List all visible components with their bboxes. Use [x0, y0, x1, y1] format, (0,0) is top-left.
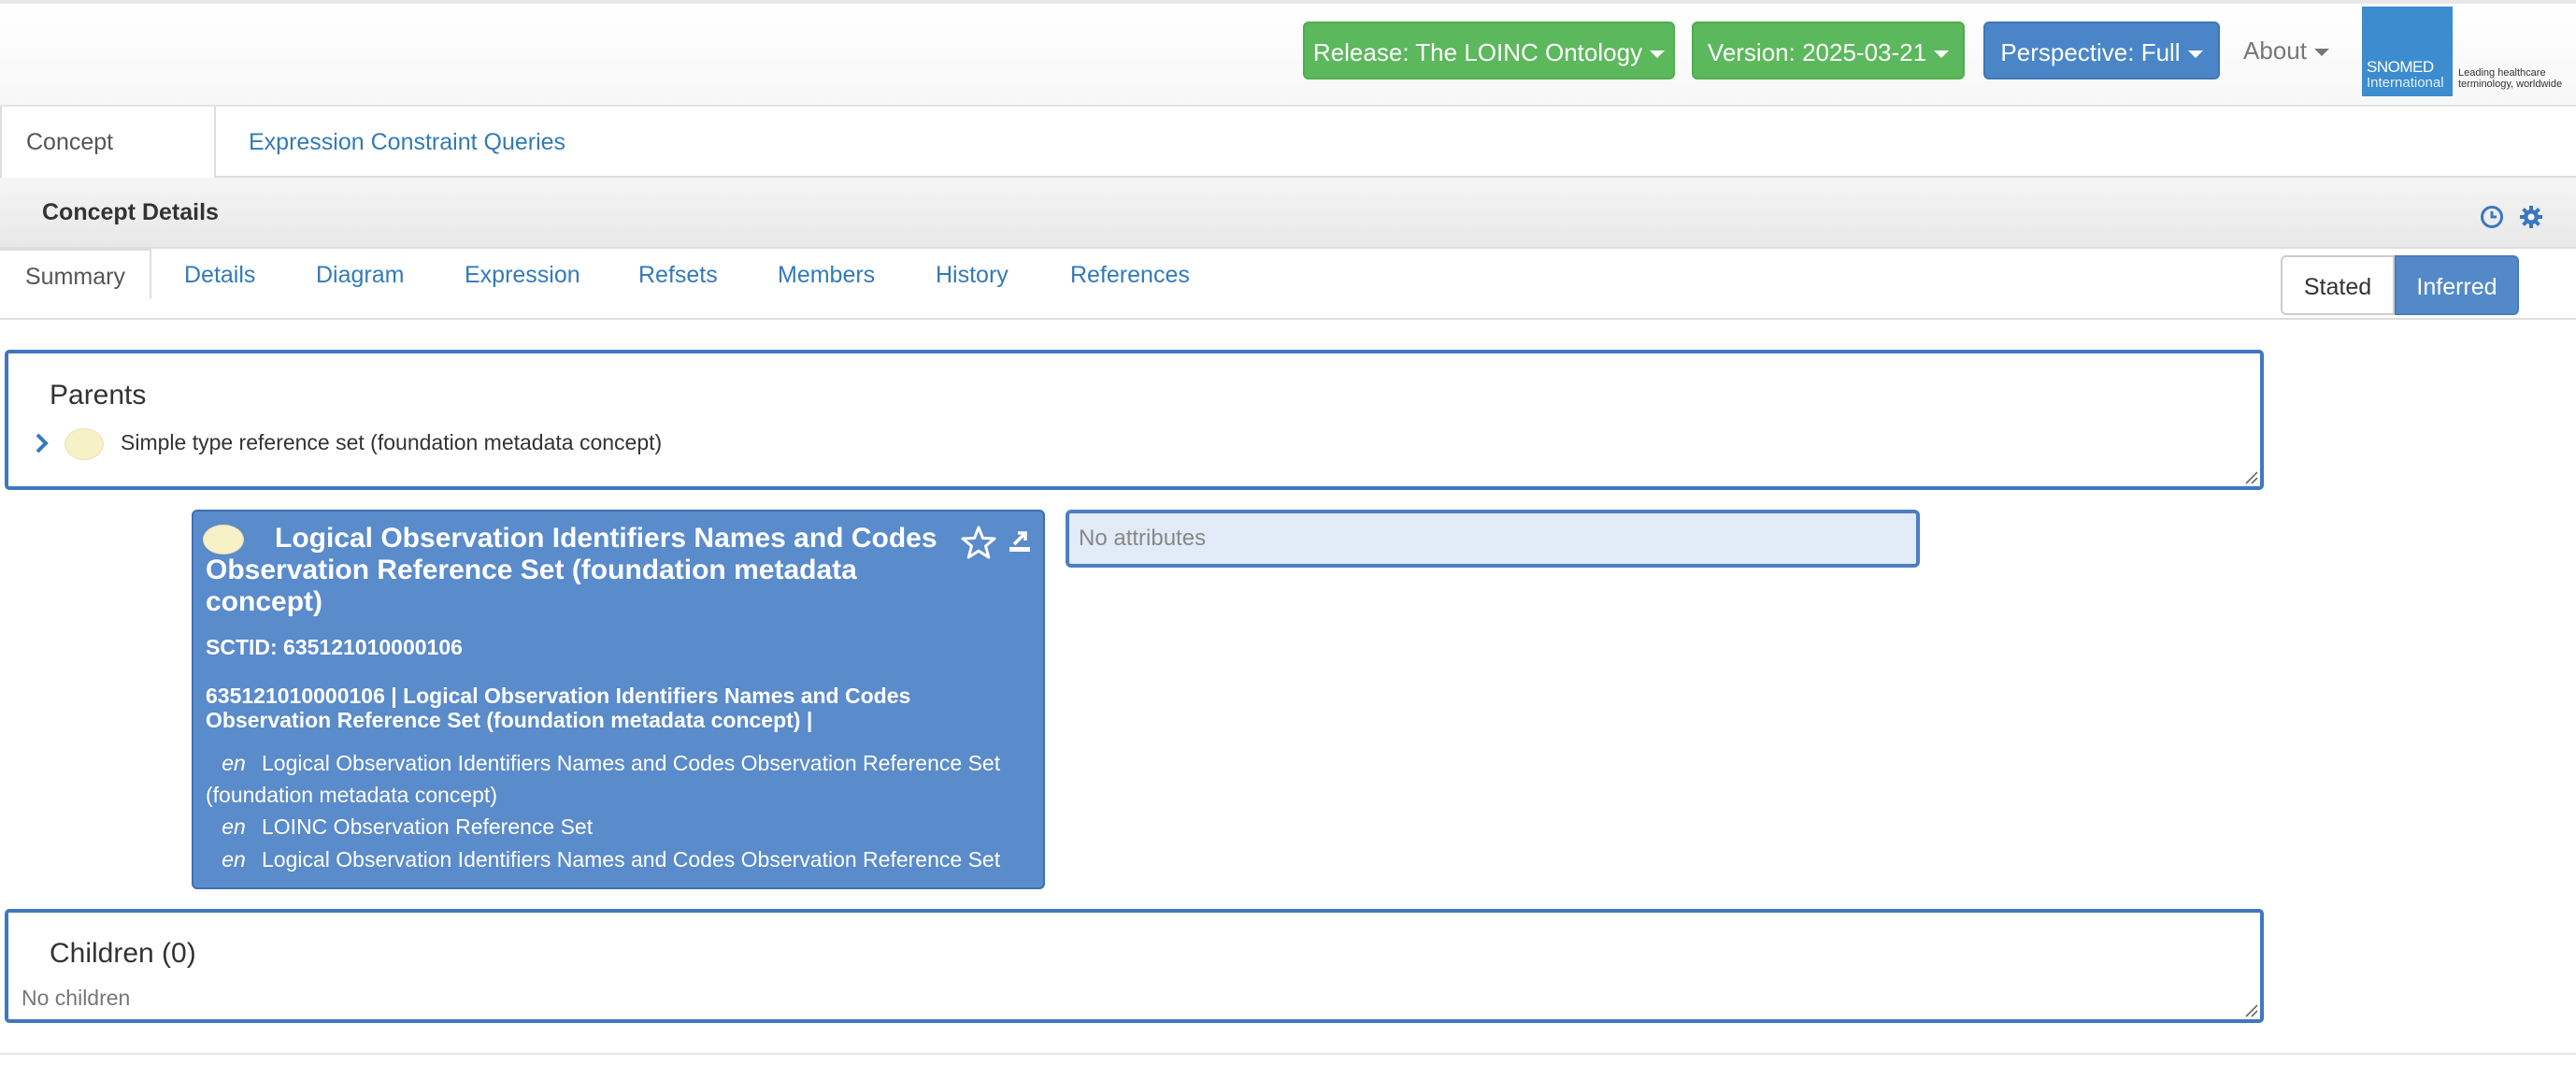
tab-diagram[interactable]: Diagram: [316, 249, 404, 301]
caret-down-icon: [1650, 50, 1666, 59]
about-menu[interactable]: About: [2243, 22, 2329, 79]
version-dropdown[interactable]: Version: 2025-03-21: [1692, 22, 1965, 79]
tab-members[interactable]: Members: [778, 249, 875, 301]
caret-down-icon: [2187, 50, 2203, 59]
release-dropdown[interactable]: Release: The LOINC Ontology: [1303, 22, 1675, 79]
gear-icon[interactable]: [2518, 204, 2544, 230]
description-text: LOINC Observation Reference Set: [262, 814, 594, 839]
language-tag: en: [222, 847, 246, 872]
top-navbar: Release: The LOINC Ontology Version: 202…: [0, 0, 2576, 107]
language-tag: en: [222, 814, 246, 839]
caret-down-icon: [2313, 49, 2329, 57]
logo-tagline: Leading healthcare terminology, worldwid…: [2458, 67, 2563, 90]
perspective-dropdown[interactable]: Perspective: Full: [1983, 22, 2220, 79]
main-tabs: Concept Details Expression Constraint Qu…: [0, 107, 2576, 226]
parents-box: Parents Simple type reference set (found…: [5, 350, 2264, 490]
snomed-logo: SNOMED International: [2362, 7, 2453, 96]
concept-sub-tabs: Summary Details Diagram Expression Refse…: [0, 249, 2576, 320]
parent-label[interactable]: Simple type reference set (foundation me…: [121, 430, 662, 455]
description-item: en LOINC Observation Reference Set: [206, 811, 1038, 843]
stated-toggle[interactable]: Stated: [2281, 255, 2395, 315]
tab-concept-details[interactable]: Concept Details: [0, 107, 216, 226]
panel-title: Concept Details: [42, 199, 219, 225]
description-item: en Logical Observation Identifiers Names …: [206, 843, 1038, 875]
perspective-label: Perspective: Full: [2000, 38, 2181, 66]
children-title: Children (0): [50, 938, 196, 969]
concept-details-header: Concept Details: [0, 178, 2576, 249]
description-item: en Logical Observation Identifiers Names …: [206, 747, 1038, 811]
description-text: Logical Observation Identifiers Names an…: [206, 751, 1001, 807]
version-label: Version: 2025-03-21: [1707, 38, 1927, 66]
concept-card: Logical Observation Identifiers Names an…: [192, 510, 1045, 889]
logo-name: SNOMED: [2367, 58, 2434, 76]
description-text: Logical Observation Identifiers Names an…: [262, 847, 1001, 872]
concept-title: Logical Observation Identifiers Names an…: [206, 523, 937, 617]
caret-down-icon: [1934, 50, 1950, 59]
fsn-line: 635121010000106 | Logical Observation Id…: [206, 684, 911, 732]
export-icon[interactable]: [1007, 528, 1033, 555]
tab-expression[interactable]: Expression: [465, 249, 580, 301]
tab-references[interactable]: References: [1070, 249, 1190, 301]
language-tag: en: [222, 751, 246, 775]
history-icon[interactable]: [2479, 204, 2505, 230]
inferred-toggle[interactable]: Inferred: [2395, 255, 2519, 315]
concept-status-icon: [64, 428, 104, 460]
about-label: About: [2243, 36, 2307, 65]
attributes-box: No attributes: [1066, 510, 1920, 568]
sctid-label: SCTID: 635121010000106: [206, 635, 463, 659]
tab-refsets[interactable]: Refsets: [638, 249, 718, 301]
star-icon[interactable]: [960, 525, 997, 560]
children-box: Children (0) No children: [5, 909, 2264, 1023]
tab-history[interactable]: History: [936, 249, 1009, 301]
chevron-right-icon[interactable]: [35, 432, 50, 454]
parents-title: Parents: [50, 380, 147, 411]
tab-summary[interactable]: Summary: [0, 249, 151, 299]
logo-sub: International: [2367, 75, 2444, 91]
resize-handle-icon[interactable]: [2243, 1002, 2258, 1017]
tab-details[interactable]: Details: [184, 249, 255, 301]
children-empty-text: No children: [21, 986, 131, 1010]
release-label: Release: The LOINC Ontology: [1312, 38, 1643, 66]
resize-handle-icon[interactable]: [2243, 469, 2258, 484]
divider: [0, 1053, 2576, 1055]
tab-expression-constraint-queries[interactable]: Expression Constraint Queries: [224, 107, 590, 178]
